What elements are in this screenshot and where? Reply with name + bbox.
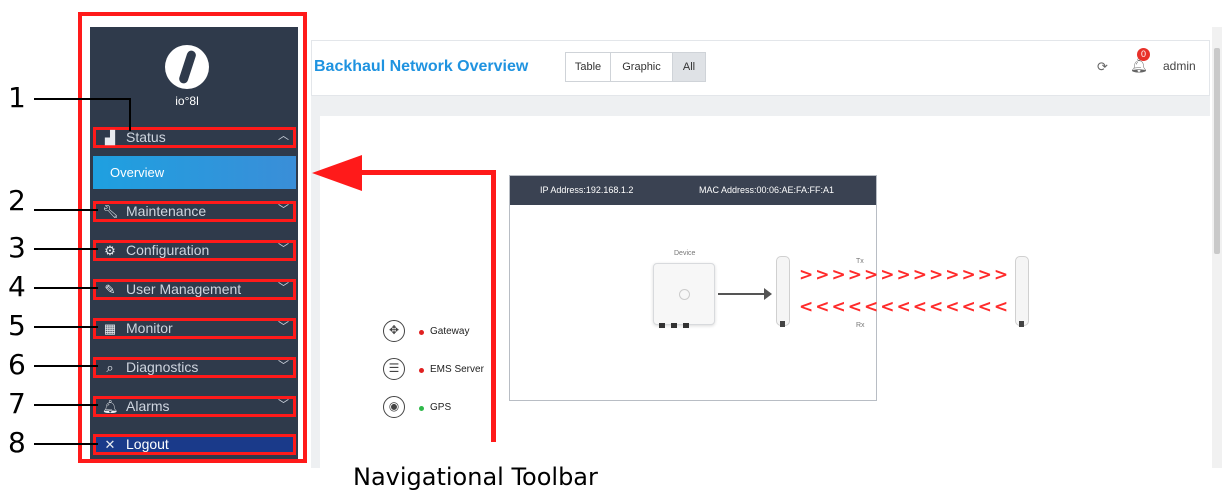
radio-unit-right[interactable]	[1015, 256, 1029, 326]
callout-8: 8	[8, 426, 26, 459]
pointer-line-vertical	[491, 170, 496, 442]
callout-1: 1	[8, 81, 26, 114]
tx-label: Tx	[856, 258, 864, 265]
arrow-head-icon	[764, 288, 772, 300]
callout-2: 2	[8, 184, 26, 217]
tx-signal-icon: >>>>>>>>>>>>>	[799, 265, 1011, 285]
callout-6: 6	[8, 348, 26, 381]
leader-line	[34, 248, 98, 250]
callout-7: 7	[8, 387, 26, 420]
link-arrow	[718, 293, 768, 295]
server-icon: ☰	[383, 358, 405, 380]
location-icon: ◉	[383, 396, 405, 418]
leader-line	[34, 287, 98, 289]
device-panel-header: IP Address:192.168.1.2 MAC Address:00:06…	[510, 176, 876, 205]
toolbar-highlight-frame	[78, 12, 307, 463]
radio-unit-left[interactable]	[776, 256, 790, 326]
callout-3: 3	[8, 231, 26, 264]
leader-line	[34, 98, 130, 100]
port	[659, 323, 665, 328]
leader-line	[34, 404, 98, 406]
legend-gps: GPS	[430, 402, 452, 413]
notification-badge: 0	[1137, 48, 1150, 61]
callout-5: 5	[8, 309, 26, 342]
arrow-head-icon	[312, 155, 362, 191]
rx-signal-icon: <<<<<<<<<<<<<	[799, 297, 1011, 317]
tab-graphic[interactable]: Graphic	[610, 52, 673, 82]
mac-address: MAC Address:00:06:AE:FA:FF:A1	[699, 185, 835, 195]
legend-ems-server: EMS Server	[430, 364, 484, 375]
scrollbar-thumb[interactable]	[1214, 48, 1220, 254]
port	[780, 321, 785, 327]
move-icon: ✥	[383, 320, 405, 342]
tab-table[interactable]: Table	[565, 52, 611, 82]
tab-all[interactable]: All	[672, 52, 706, 82]
caption: Navigational Toolbar	[353, 463, 598, 491]
gps-status-dot	[419, 406, 424, 411]
leader-line	[34, 326, 98, 328]
refresh-icon[interactable]: ⟳	[1097, 59, 1108, 75]
leader-line	[129, 98, 131, 131]
leader-line	[34, 443, 98, 445]
callout-4: 4	[8, 270, 26, 303]
pointer-line-horizontal	[360, 170, 496, 175]
page-title: Backhaul Network Overview	[314, 58, 529, 75]
device-panel: IP Address:192.168.1.2 MAC Address:00:06…	[509, 175, 1029, 401]
port	[683, 323, 689, 328]
user-name[interactable]: admin	[1163, 59, 1196, 73]
gateway-status-dot	[419, 330, 424, 335]
legend-gateway: Gateway	[430, 326, 470, 337]
device-image[interactable]	[653, 263, 715, 325]
ems-status-dot	[419, 368, 424, 373]
leader-line	[34, 209, 98, 211]
ip-address: IP Address:192.168.1.2	[540, 185, 634, 195]
port	[1019, 321, 1024, 327]
port	[671, 323, 677, 328]
header-bar: Backhaul Network Overview Table Graphic …	[311, 40, 1210, 96]
leader-line	[34, 365, 98, 367]
device-label: Device	[674, 250, 696, 257]
rx-label: Rx	[856, 322, 865, 329]
